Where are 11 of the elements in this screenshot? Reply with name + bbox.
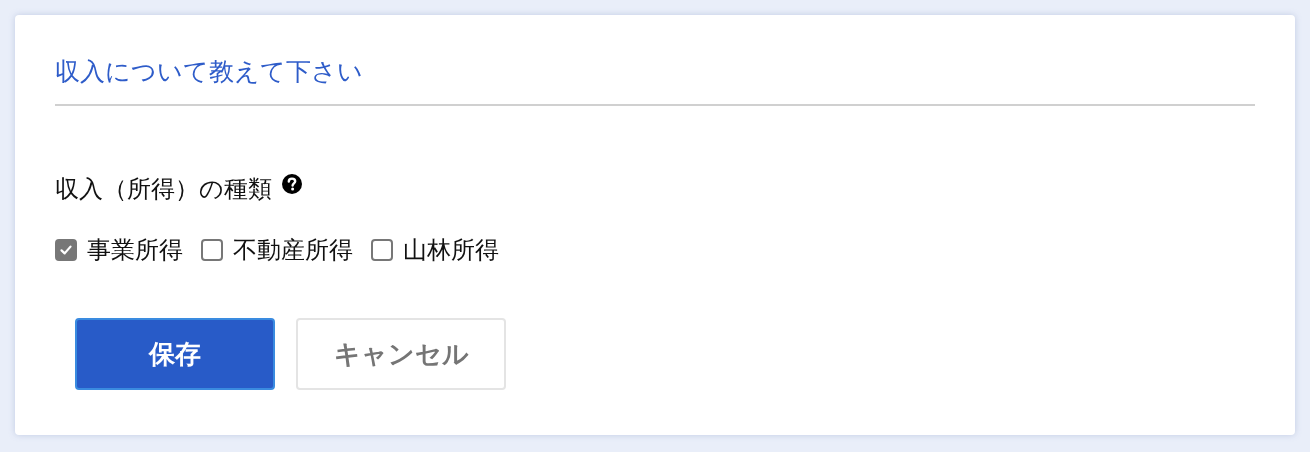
checkbox[interactable] bbox=[55, 239, 77, 261]
checkbox[interactable] bbox=[371, 239, 393, 261]
checkbox[interactable] bbox=[201, 239, 223, 261]
field-label: 収入（所得）の種類 bbox=[55, 174, 272, 204]
checkbox-label: 山林所得 bbox=[403, 235, 499, 266]
cancel-button[interactable]: キャンセル bbox=[296, 318, 506, 390]
form-title: 収入について教えて下さい bbox=[55, 55, 1255, 106]
checkbox-label: 事業所得 bbox=[87, 235, 183, 266]
checkbox-label: 不動産所得 bbox=[233, 235, 353, 266]
help-icon[interactable] bbox=[282, 174, 302, 194]
save-button[interactable]: 保存 bbox=[75, 318, 275, 390]
